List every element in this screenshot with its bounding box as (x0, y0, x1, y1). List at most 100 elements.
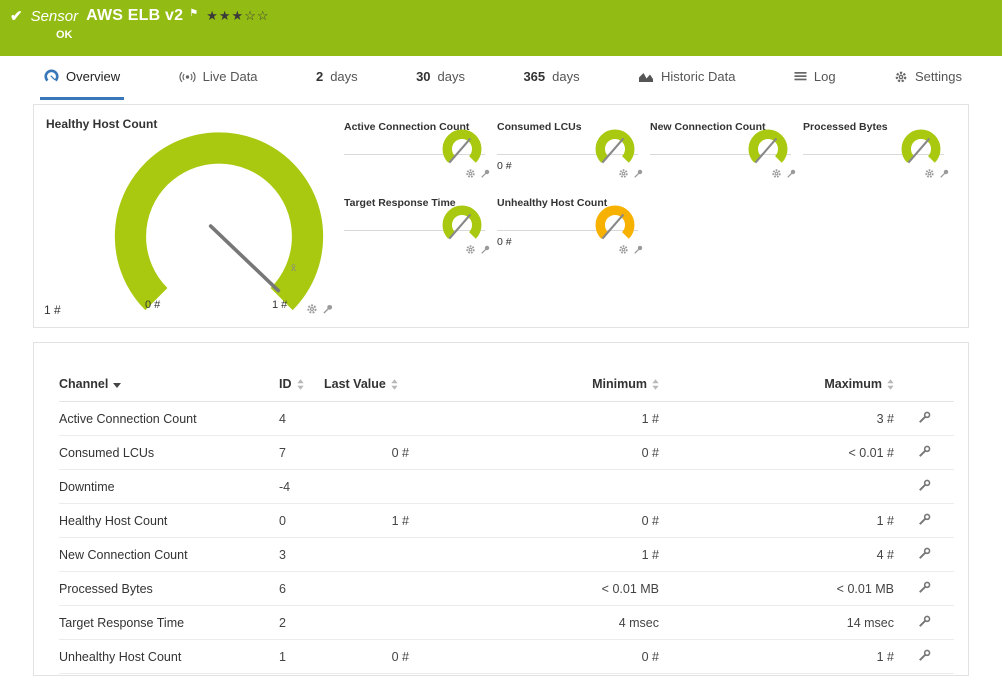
row-actions (894, 547, 954, 563)
channel-settings-icon[interactable] (918, 411, 931, 424)
tab-historic-data[interactable]: Historic Data (634, 56, 739, 100)
table-row[interactable]: Consumed LCUs 7 0 # 0 # < 0.01 # (59, 436, 954, 470)
channel-id-cell: 1 (279, 649, 286, 664)
channel-name-cell: New Connection Count (59, 547, 188, 562)
tab-settings[interactable]: Settings (890, 56, 966, 100)
pin-icon[interactable] (633, 244, 644, 255)
gear-icon[interactable] (618, 244, 629, 255)
sort-icon[interactable] (652, 379, 659, 390)
minimum-cell: 1 # (641, 547, 659, 562)
channel-gauge-arc[interactable] (745, 129, 791, 169)
stars-filled[interactable]: ★★★ (206, 8, 244, 23)
gear-icon[interactable] (618, 168, 629, 179)
row-actions (894, 649, 954, 665)
table-row[interactable]: Healthy Host Count 0 1 # 0 # 1 # (59, 504, 954, 538)
sort-desc-icon[interactable] (113, 382, 122, 388)
sort-icon[interactable] (391, 379, 398, 390)
gear-icon[interactable] (465, 244, 476, 255)
gear-icon[interactable] (924, 168, 935, 179)
channel-gauge-arc[interactable] (439, 205, 485, 245)
column-maximum[interactable]: Maximum (659, 377, 894, 391)
channel-id-cell: 2 (279, 615, 286, 630)
tab-label: Settings (915, 69, 962, 84)
column-label: Channel (59, 377, 109, 391)
table-row[interactable]: Processed Bytes 6 < 0.01 MB < 0.01 MB (59, 572, 954, 606)
tab-log[interactable]: Log (790, 56, 840, 100)
pin-icon[interactable] (480, 244, 491, 255)
maximum-cell: 3 # (876, 411, 894, 426)
column-channel[interactable]: Channel (59, 377, 279, 391)
table-row[interactable]: Unhealthy Host Count 1 0 # 0 # 1 # (59, 640, 954, 674)
pin-icon[interactable] (939, 168, 950, 179)
priority-stars[interactable]: ★★★☆☆ (206, 8, 269, 24)
channel-gauge-arc[interactable] (592, 129, 638, 169)
gauge-actions (924, 168, 950, 179)
mini-gauge-panel: Unhealthy Host Count 0 # (497, 197, 650, 267)
sort-icon[interactable] (297, 379, 304, 390)
channel-value: 0 # (497, 236, 512, 248)
channel-value: 0 # (497, 160, 512, 172)
column-minimum[interactable]: Minimum (409, 377, 659, 391)
tab-label: Overview (66, 69, 121, 84)
tab-label: days (330, 69, 358, 84)
tab-live-data[interactable]: Live Data (175, 56, 262, 100)
channel-gauge-arc[interactable] (439, 129, 485, 169)
table-row[interactable]: Target Response Time 2 4 msec 14 msec (59, 606, 954, 640)
column-last-value[interactable]: Last Value (324, 377, 409, 391)
channel-settings-icon[interactable] (918, 445, 931, 458)
tab-overview[interactable]: Overview (40, 56, 125, 100)
mini-gauge-panel: Active Connection Count (344, 121, 497, 191)
tab-label: Live Data (202, 69, 258, 84)
mini-gauge-panel: Consumed LCUs 0 # (497, 121, 650, 191)
minimum-cell: 4 msec (618, 615, 659, 630)
table-row[interactable]: Downtime -4 (59, 470, 954, 504)
row-actions (894, 615, 954, 631)
tab-label: Log (813, 69, 836, 84)
last-value-cell: 0 # (391, 649, 409, 664)
channel-settings-icon[interactable] (918, 581, 931, 594)
gear-icon[interactable] (465, 168, 476, 179)
minimum-cell: 0 # (641, 649, 659, 664)
tab-2-days[interactable]: 2 days (312, 56, 362, 100)
tab-label: Historic Data (661, 69, 736, 84)
tab-365-days[interactable]: 365 days (519, 56, 583, 100)
column-label: ID (279, 377, 292, 391)
maximum-cell: 1 # (876, 649, 894, 664)
stars-empty[interactable]: ☆☆ (244, 8, 269, 23)
pin-icon[interactable] (633, 168, 644, 179)
pin-icon[interactable] (786, 168, 797, 179)
primary-gauge-arc[interactable] (94, 129, 344, 319)
tab-30-days[interactable]: 30 days (412, 56, 469, 100)
channel-settings-icon[interactable] (918, 547, 931, 560)
pin-icon[interactable] (480, 168, 491, 179)
primary-gauge-value: 1 # (44, 303, 61, 317)
tab-label: days (552, 69, 580, 84)
maximum-cell: 4 # (876, 547, 894, 562)
gear-icon[interactable] (306, 303, 318, 315)
column-label: Last Value (324, 377, 386, 391)
minimum-cell: 0 # (641, 445, 659, 460)
channel-settings-icon[interactable] (918, 615, 931, 628)
channel-settings-icon[interactable] (918, 513, 931, 526)
channel-id-cell: 3 (279, 547, 286, 562)
channel-name-cell: Healthy Host Count (59, 513, 168, 528)
sort-icon[interactable] (887, 379, 894, 390)
gauge-actions (465, 168, 491, 179)
channel-settings-icon[interactable] (918, 479, 931, 492)
gauge-max-label: 1 # (272, 299, 288, 311)
table-row[interactable]: New Connection Count 3 1 # 4 # (59, 538, 954, 572)
sensor-title: AWS ELB v2 (86, 7, 184, 24)
channel-id-cell: -4 (279, 479, 291, 494)
tab-number: 30 (416, 69, 431, 84)
channel-settings-icon[interactable] (918, 649, 931, 662)
channel-gauge-arc[interactable] (592, 205, 638, 245)
gauge-actions (465, 244, 491, 255)
table-row[interactable]: Active Connection Count 4 1 # 3 # (59, 402, 954, 436)
row-actions (894, 581, 954, 597)
column-id[interactable]: ID (279, 377, 324, 391)
pin-icon[interactable] (322, 303, 334, 315)
channel-gauge-arc[interactable] (898, 129, 944, 169)
gear-icon[interactable] (771, 168, 782, 179)
channel-name-cell: Target Response Time (59, 615, 185, 630)
flag-icon[interactable]: ⚑ (189, 8, 198, 19)
